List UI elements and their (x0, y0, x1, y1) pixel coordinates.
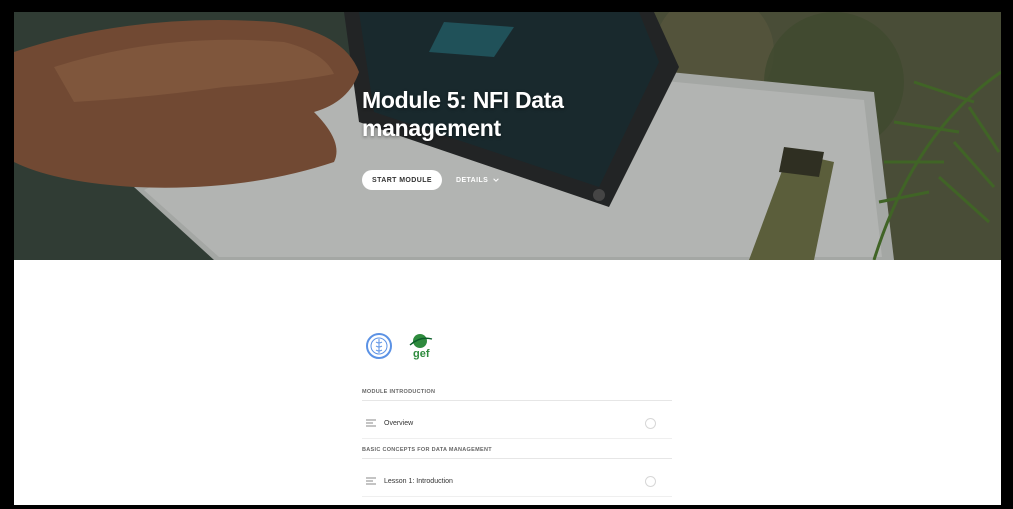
section-basic-concepts: BASIC CONCEPTS FOR DATA MANAGEMENT (362, 447, 672, 459)
lesson-overview[interactable]: Overview (362, 408, 672, 439)
lesson-introduction[interactable]: Lesson 1: Introduction (362, 466, 672, 497)
chevron-down-icon (493, 178, 500, 182)
section-module-introduction: MODULE INTRODUCTION (362, 389, 672, 401)
lesson-label: Overview (384, 419, 414, 427)
course-page: Module 5: NFI Data management START MODU… (14, 12, 1001, 505)
module-hero: Module 5: NFI Data management START MODU… (14, 12, 1001, 260)
partner-logos: gef (366, 332, 434, 360)
details-label: DETAILS (456, 176, 489, 184)
lines-icon (366, 477, 376, 485)
circle-icon (645, 475, 656, 487)
gef-logo: gef (409, 334, 433, 360)
start-module-button[interactable]: START MODULE (362, 170, 442, 190)
lesson-label: Lesson 1: Introduction (384, 477, 453, 485)
gef-logo-text: gef (413, 348, 430, 360)
lines-icon (366, 419, 376, 427)
fao-logo (366, 333, 392, 359)
details-button[interactable]: DETAILS (456, 170, 500, 190)
module-title: Module 5: NFI Data management (362, 87, 564, 141)
circle-icon (645, 417, 656, 429)
